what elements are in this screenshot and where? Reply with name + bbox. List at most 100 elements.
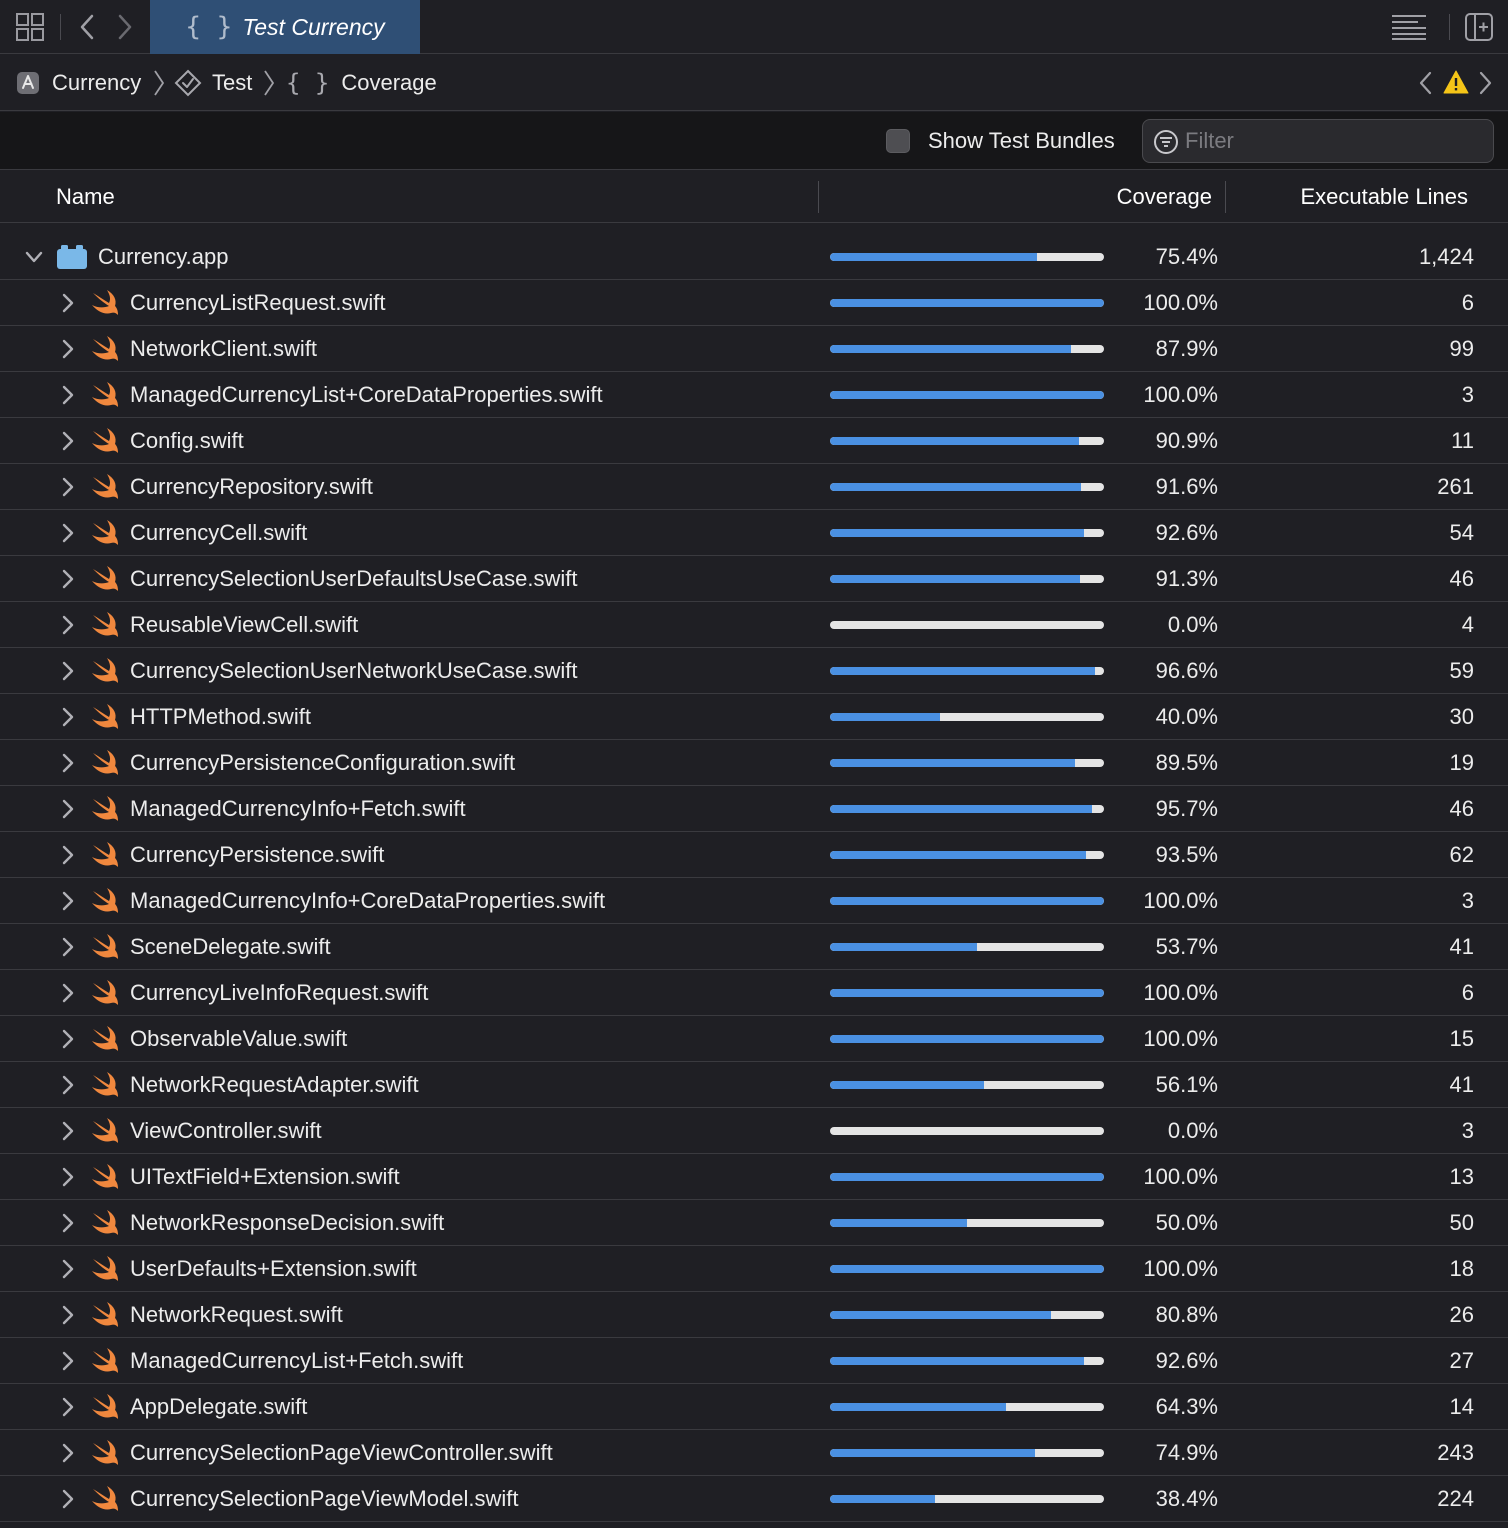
table-row[interactable]: CurrencyPersistenceConfiguration.swift 89…: [0, 740, 1508, 786]
table-row[interactable]: ManagedCurrencyInfo+Fetch.swift 95.7% 46: [0, 786, 1508, 832]
table-row[interactable]: CurrencySelectionUserDefaultsUseCase.swi…: [0, 556, 1508, 602]
chevron-right-icon[interactable]: [58, 1350, 78, 1372]
chevron-right-icon[interactable]: [58, 1258, 78, 1280]
table-row[interactable]: NetworkRequest.swift 80.8% 26: [0, 1292, 1508, 1338]
coverage-bar: [830, 943, 1104, 951]
grid-icon[interactable]: [16, 13, 44, 41]
column-executable-lines[interactable]: Executable Lines: [1300, 171, 1468, 223]
chevron-right-icon[interactable]: [58, 890, 78, 912]
show-test-bundles-checkbox[interactable]: [886, 129, 910, 153]
warning-icon[interactable]: [1443, 69, 1469, 95]
swift-file-icon: [90, 427, 120, 455]
executable-lines: 3: [1461, 888, 1474, 913]
chevron-right-icon[interactable]: [58, 706, 78, 728]
table-row[interactable]: AppDelegate.swift 64.3% 14: [0, 1384, 1508, 1430]
chevron-right-icon[interactable]: [58, 522, 78, 544]
table-row[interactable]: NetworkRequestAdapter.swift 56.1% 41: [0, 1062, 1508, 1108]
column-coverage[interactable]: Coverage: [1117, 171, 1212, 223]
table-row[interactable]: ObservableValue.swift 100.0% 15: [0, 1016, 1508, 1062]
table-row[interactable]: ManagedCurrencyList+CoreDataProperties.s…: [0, 372, 1508, 418]
column-divider[interactable]: [818, 181, 819, 213]
table-row[interactable]: SceneDelegate.swift 53.7% 41: [0, 924, 1508, 970]
target-row[interactable]: Currency.app 75.4% 1,424: [0, 234, 1508, 280]
chevron-right-icon[interactable]: [58, 614, 78, 636]
table-row[interactable]: UITextField+Extension.swift 100.0% 13: [0, 1154, 1508, 1200]
table-row[interactable]: NetworkClient.swift 87.9% 99: [0, 326, 1508, 372]
table-row[interactable]: CurrencyRepository.swift 91.6% 261: [0, 464, 1508, 510]
back-chevron-icon[interactable]: [74, 12, 100, 42]
coverage-bar-fill: [830, 1035, 1104, 1043]
next-issue-icon[interactable]: [1475, 69, 1495, 97]
chevron-right-icon[interactable]: [58, 338, 78, 360]
forward-chevron-icon[interactable]: [112, 12, 138, 42]
chevron-right-icon[interactable]: [58, 1074, 78, 1096]
chevron-right-icon[interactable]: [58, 1396, 78, 1418]
filter-input[interactable]: [1185, 120, 1485, 162]
table-row[interactable]: Config.swift 90.9% 11: [0, 418, 1508, 464]
table-row[interactable]: NetworkResponseDecision.swift 50.0% 50: [0, 1200, 1508, 1246]
coverage-bar: [830, 713, 1104, 721]
table-row[interactable]: CurrencyPersistence.swift 93.5% 62: [0, 832, 1508, 878]
chevron-right-icon[interactable]: [58, 752, 78, 774]
chevron-right-icon[interactable]: [58, 568, 78, 590]
table-row[interactable]: CurrencyLiveInfoRequest.swift 100.0% 6: [0, 970, 1508, 1016]
column-name[interactable]: Name: [56, 171, 115, 223]
executable-lines: 243: [1437, 1440, 1474, 1465]
coverage-bar: [830, 1219, 1104, 1227]
swift-file-icon: [90, 657, 120, 685]
add-editor-pane-icon[interactable]: [1464, 12, 1494, 42]
chevron-right-icon[interactable]: [58, 798, 78, 820]
table-row[interactable]: CurrencyCell.swift 92.6% 54: [0, 510, 1508, 556]
table-row[interactable]: UserDefaults+Extension.swift 100.0% 18: [0, 1246, 1508, 1292]
column-divider[interactable]: [1225, 181, 1226, 213]
table-row[interactable]: CurrencyListRequest.swift 100.0% 6: [0, 280, 1508, 326]
chevron-right-icon[interactable]: [58, 1120, 78, 1142]
chevron-right-icon[interactable]: [58, 660, 78, 682]
chevron-right-icon[interactable]: [58, 476, 78, 498]
chevron-right-icon[interactable]: [58, 430, 78, 452]
chevron-right-icon[interactable]: [58, 1442, 78, 1464]
coverage-percent: 91.3%: [1155, 566, 1218, 591]
swift-file-icon: [90, 841, 120, 869]
chevron-right-icon: [262, 67, 276, 99]
file-name: ManagedCurrencyList+CoreDataProperties.s…: [130, 382, 603, 407]
chevron-right-icon[interactable]: [58, 384, 78, 406]
chevron-right-icon[interactable]: [58, 1028, 78, 1050]
chevron-down-icon[interactable]: [24, 246, 44, 268]
coverage-percent: 91.6%: [1155, 474, 1218, 499]
coverage-percent: 80.8%: [1155, 1302, 1218, 1327]
column-header: Name Coverage Executable Lines: [0, 171, 1508, 223]
chevron-right-icon[interactable]: [58, 1488, 78, 1510]
table-row[interactable]: ReusableViewCell.swift 0.0% 4: [0, 602, 1508, 648]
chevron-right-icon[interactable]: [58, 982, 78, 1004]
table-row[interactable]: ManagedCurrencyList+Fetch.swift 92.6% 27: [0, 1338, 1508, 1384]
table-row[interactable]: ViewController.swift 0.0% 3: [0, 1108, 1508, 1154]
swift-file-icon: [90, 611, 120, 639]
breadcrumb-item-section[interactable]: { } Coverage: [286, 55, 437, 111]
chevron-right-icon[interactable]: [58, 1166, 78, 1188]
table-row[interactable]: CurrencySelectionPageViewModel.swift 38.4…: [0, 1476, 1508, 1522]
coverage-bar-fill: [830, 391, 1104, 399]
breadcrumb-item-scheme[interactable]: Test: [174, 55, 252, 111]
braces-icon: { }: [286, 69, 330, 97]
coverage-bar-fill: [830, 1357, 1084, 1365]
table-row[interactable]: CurrencySelectionPageViewController.swif…: [0, 1430, 1508, 1476]
breadcrumb-item-project[interactable]: Currency: [16, 55, 141, 111]
chevron-right-icon[interactable]: [58, 1212, 78, 1234]
table-row[interactable]: ManagedCurrencyInfo+CoreDataProperties.s…: [0, 878, 1508, 924]
table-row[interactable]: HTTPMethod.swift 40.0% 30: [0, 694, 1508, 740]
file-name: CurrencyRepository.swift: [130, 474, 373, 499]
chevron-right-icon[interactable]: [58, 936, 78, 958]
chevron-right-icon[interactable]: [58, 844, 78, 866]
file-name: NetworkClient.swift: [130, 336, 318, 361]
editor-options-icon[interactable]: [1390, 14, 1428, 40]
executable-lines: 14: [1449, 1394, 1474, 1419]
filter-field[interactable]: [1142, 119, 1494, 163]
table-row[interactable]: CurrencySelectionUserNetworkUseCase.swif…: [0, 648, 1508, 694]
chevron-right-icon[interactable]: [58, 1304, 78, 1326]
file-name: CurrencyPersistenceConfiguration.swift: [130, 750, 516, 775]
swift-file-icon: [90, 335, 120, 363]
previous-issue-icon[interactable]: [1416, 69, 1436, 97]
tab-test-currency[interactable]: { } Test Currency: [150, 0, 420, 54]
chevron-right-icon[interactable]: [58, 292, 78, 314]
